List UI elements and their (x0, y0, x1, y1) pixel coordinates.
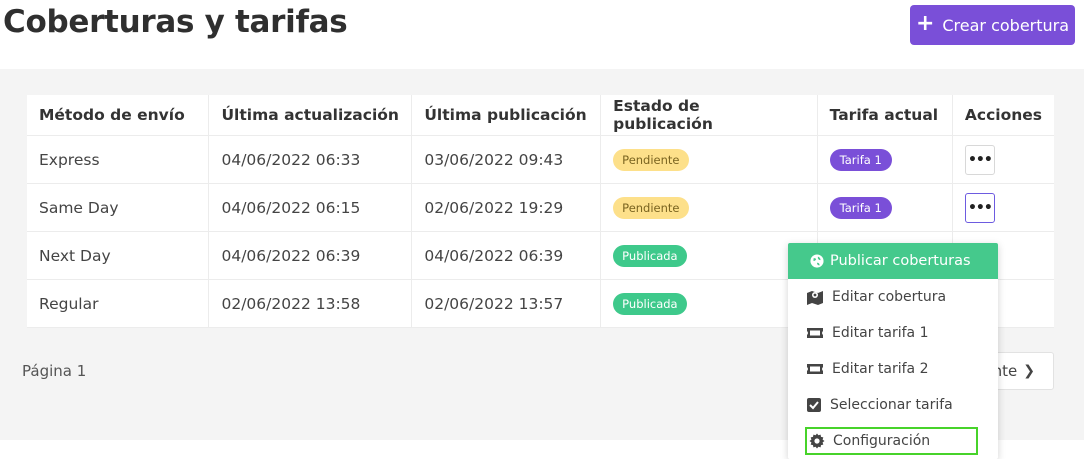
cell-metodo: Same Day (27, 183, 210, 232)
cell-ultima-publicacion: 02/06/2022 13:57 (411, 279, 602, 328)
status-badge: Pendiente (613, 196, 689, 219)
cell-ultima-publicacion: 04/06/2022 06:39 (411, 231, 602, 280)
publish-coverages-label: Publicar coberturas (830, 253, 971, 269)
gear-icon (809, 433, 825, 449)
map-icon (807, 291, 823, 305)
column-header-tarifa: Tarifa actual (817, 95, 953, 136)
cell-metodo: Next Day (27, 231, 210, 280)
menu-item-label: Configuración (833, 433, 931, 449)
tarifa-badge: Tarifa 1 (829, 196, 892, 219)
page-title: Coberturas y tarifas (3, 4, 348, 40)
cell-estado: Pendiente (600, 183, 818, 232)
cell-acciones: ••• (952, 183, 1054, 232)
column-header-ultima-actualizacion: Última actualización (208, 95, 413, 136)
page-indicator: Página 1 (22, 362, 87, 380)
cell-acciones: ••• (952, 135, 1054, 184)
cell-estado: Publicada (600, 279, 818, 328)
column-header-estado: Estado de publicación (600, 95, 818, 136)
status-badge: Publicada (613, 244, 687, 267)
cell-estado: Publicada (600, 231, 818, 280)
menu-item-editar-cobertura[interactable]: Editar cobertura (788, 279, 998, 315)
cell-ultima-actualizacion: 04/06/2022 06:15 (208, 183, 413, 232)
table-header-row: Método de envío Última actualización Últ… (27, 95, 1054, 136)
menu-item-seleccionar-tarifa[interactable]: Seleccionar tarifa (788, 387, 998, 423)
menu-item-label: Editar tarifa 1 (832, 325, 929, 341)
menu-item-editar-tarifa-2[interactable]: Editar tarifa 2 (788, 351, 998, 387)
cell-ultima-actualizacion: 02/06/2022 13:58 (208, 279, 413, 328)
checkbox-icon (807, 398, 821, 412)
actions-menu-button[interactable]: ••• (964, 144, 995, 175)
ticket-icon (807, 328, 823, 338)
cell-estado: Pendiente (600, 135, 818, 184)
cell-tarifa: Tarifa 1 (817, 135, 953, 184)
globe-icon (810, 254, 824, 268)
actions-dropdown-menu: Publicar coberturas Editar cobertura Edi… (788, 243, 998, 459)
menu-item-editar-tarifa-1[interactable]: Editar tarifa 1 (788, 315, 998, 351)
tarifa-badge: Tarifa 1 (829, 148, 892, 171)
menu-item-configuracion[interactable]: Configuración (805, 427, 978, 455)
cell-metodo: Express (27, 135, 210, 184)
column-header-acciones: Acciones (952, 95, 1054, 136)
menu-item-label: Seleccionar tarifa (830, 397, 953, 413)
table-row: Express 04/06/2022 06:33 03/06/2022 09:4… (27, 135, 1054, 184)
publish-coverages-button[interactable]: Publicar coberturas (788, 243, 998, 279)
create-coverage-button[interactable]: + Crear cobertura (910, 5, 1075, 45)
menu-item-label: Editar tarifa 2 (832, 361, 929, 377)
menu-item-label: Editar cobertura (832, 289, 947, 305)
cell-ultima-publicacion: 03/06/2022 09:43 (411, 135, 602, 184)
status-badge: Publicada (613, 292, 687, 315)
cell-ultima-actualizacion: 04/06/2022 06:39 (208, 231, 413, 280)
plus-icon: + (915, 11, 935, 36)
column-header-metodo: Método de envío (27, 95, 210, 136)
ticket-icon (807, 364, 823, 374)
cell-metodo: Regular (27, 279, 210, 328)
cell-ultima-actualizacion: 04/06/2022 06:33 (208, 135, 413, 184)
status-badge: Pendiente (613, 148, 689, 171)
actions-menu-button[interactable]: ••• (964, 192, 995, 223)
table-row: Same Day 04/06/2022 06:15 02/06/2022 19:… (27, 183, 1054, 232)
chevron-right-icon: ❯ (1023, 363, 1035, 379)
cell-ultima-publicacion: 02/06/2022 19:29 (411, 183, 602, 232)
cell-tarifa: Tarifa 1 (817, 183, 953, 232)
create-coverage-label: Crear cobertura (942, 15, 1070, 35)
column-header-ultima-publicacion: Última publicación (411, 95, 602, 136)
